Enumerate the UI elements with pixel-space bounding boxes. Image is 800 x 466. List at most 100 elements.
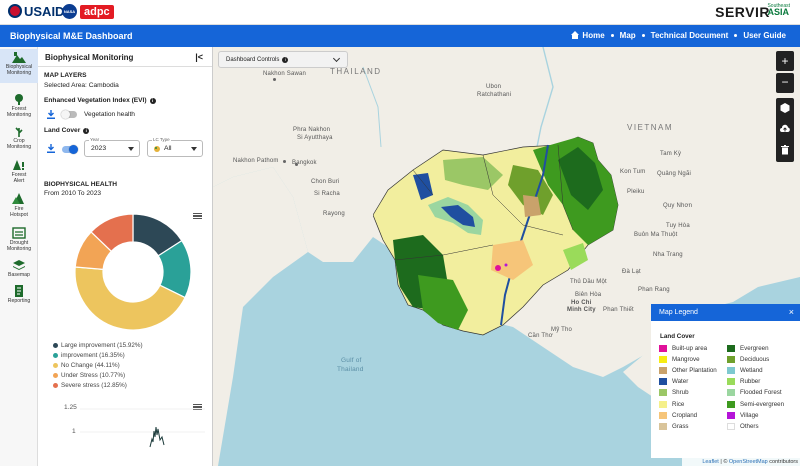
donut-legend-item[interactable]: improvement (16.35%) [53,352,125,359]
map-label-chon-buri: Chon Buri [311,179,340,185]
legend-label: Others [740,422,759,430]
rail-fire-hotspot[interactable]: Fire Hotspot [0,191,38,225]
chevron-down-icon [191,147,197,151]
donut-legend-item[interactable]: Severe stress (12.85%) [53,382,127,389]
rail-label: Basemap [8,272,30,278]
nav-technical-document[interactable]: Technical Document [651,31,729,40]
rail-biophysical-monitoring[interactable]: Biophysical Monitoring [0,49,38,83]
map-label-tuy-hoa: Tuy Hòa [666,223,690,229]
info-icon[interactable]: i [83,128,90,134]
tree-icon [15,94,23,105]
map-label-kon-tum: Kon Tum [620,169,646,175]
lc-type-value: All [164,145,172,152]
health-range: From 2010 To 2023 [44,190,102,197]
city-marker [273,78,276,81]
donut-legend-item[interactable]: Large improvement (15.92%) [53,342,143,349]
landscape-icon [12,52,26,63]
built-up-area [495,265,501,271]
rail-label: Hotspot [10,212,28,218]
fire-icon [12,193,24,204]
map-label-phan-rang: Phan Rang [638,287,670,293]
rail-reporting[interactable]: Reporting [0,283,38,317]
legend-land-cover-title: Land Cover [660,333,695,340]
map-label-thu-dau-mot: Thủ Dầu Một [570,279,607,285]
rail-drought-monitoring[interactable]: Drought Monitoring [0,225,38,259]
info-icon[interactable]: i [282,57,289,63]
legend-label: Cropland [672,411,698,419]
map-label-my-tho: Mỹ Tho [551,327,573,333]
osm-link[interactable]: OpenStreetMap [729,459,768,465]
leaflet-link[interactable]: Leaflet [702,459,719,465]
line-chart-y-tick: 1.25 [64,404,77,411]
nav-map[interactable]: Map [620,31,636,40]
legend-label: Rubber [740,378,761,386]
map-label-pleiku: Pleiku [627,189,645,195]
legend-swatch [659,411,667,419]
hexagon-draw-icon[interactable] [780,103,790,113]
zoom-in-button[interactable]: + [776,51,794,71]
city-marker [283,160,286,163]
donut-legend-item[interactable]: Under Stress (10.77%) [53,372,125,379]
land-west [213,167,308,466]
rail-crop-monitoring[interactable]: Crop Monitoring [0,123,38,157]
map-label-minh-city: Minh City [567,307,596,313]
map-label-ratchathani: Ratchathani [477,92,512,98]
land-cover-toggle[interactable] [62,145,78,154]
rail-forest-monitoring[interactable]: Forest Monitoring [0,91,38,125]
legend-item: Others [727,422,759,430]
zoom-out-button[interactable]: − [776,73,794,93]
legend-label: improvement (16.35%) [61,352,125,359]
evi-toggle[interactable] [61,110,77,119]
legend-swatch [659,422,667,430]
legend-swatch [727,400,735,408]
rail-forest-alert[interactable]: Forest Alert [0,157,38,191]
legend-close-button[interactable]: × [789,307,794,317]
drought-icon [12,227,26,239]
nav-home[interactable]: Home [571,31,605,40]
trash-icon[interactable] [780,145,790,155]
rail-label: Monitoring [6,70,32,76]
nav-user-guide[interactable]: User Guide [743,31,786,40]
map-label-rayong: Rayong [323,211,345,217]
info-icon[interactable]: i [149,98,156,104]
legend-item: Shrub [659,389,689,397]
map-label-tam-ky: Tam Kỳ [660,151,682,157]
evi-line-chart [80,408,205,448]
map-label-si-racha: Si Racha [314,191,340,197]
app-title: Biophysical M&E Dashboard [10,31,133,41]
legend-label: No Change (44.11%) [61,362,120,369]
health-heading: BIOPHYSICAL HEALTH [44,181,118,188]
legend-label: Evergreen [740,345,769,352]
map-label-phra-nakhon: Phra Nakhon [293,127,331,133]
crop-icon [15,127,23,137]
legend-swatch [659,400,667,408]
legend-title: Map Legend [659,309,698,316]
layers-icon [13,260,25,270]
upload-cloud-icon[interactable] [780,124,790,134]
dashboard-controls[interactable]: Dashboard Controls i [218,51,348,68]
nasa-logo: NASA [62,4,77,19]
side-panel: Biophysical Monitoring |< MAP LAYERS Sel… [38,47,213,466]
lc-type-label: LC Type [152,137,171,142]
lc-type-select[interactable]: LC Type All [147,137,203,157]
download-icon[interactable] [47,144,55,153]
logo-bar: USAID NASA adpc SERVIR Southeast ASIA [0,0,800,25]
dashboard-controls-label: Dashboard Controls i [226,57,289,63]
chevron-down-icon [128,147,134,151]
download-icon[interactable] [47,110,55,119]
legend-label: Rice [672,400,685,408]
map-label-ban-me-thuot: Buôn Ma Thuột [634,232,678,238]
legend-item: Evergreen [727,345,769,352]
year-select[interactable]: Year 2023 [84,137,140,157]
legend-item: Other Plantation [659,367,717,375]
attribution-contrib: contributors [767,459,798,465]
nav-home-label: Home [582,31,605,40]
toggle-knob [69,145,78,154]
rail-label: Reporting [7,298,31,304]
donut-legend-item[interactable]: No Change (44.11%) [53,362,120,369]
map-label-vietnam: VIETNAM [627,123,674,132]
legend-label: Grass [672,422,689,430]
servir-logo-sub: Southeast ASIA [767,3,790,17]
legend-swatch [727,422,735,430]
collapse-panel-button[interactable]: |< [195,52,203,62]
